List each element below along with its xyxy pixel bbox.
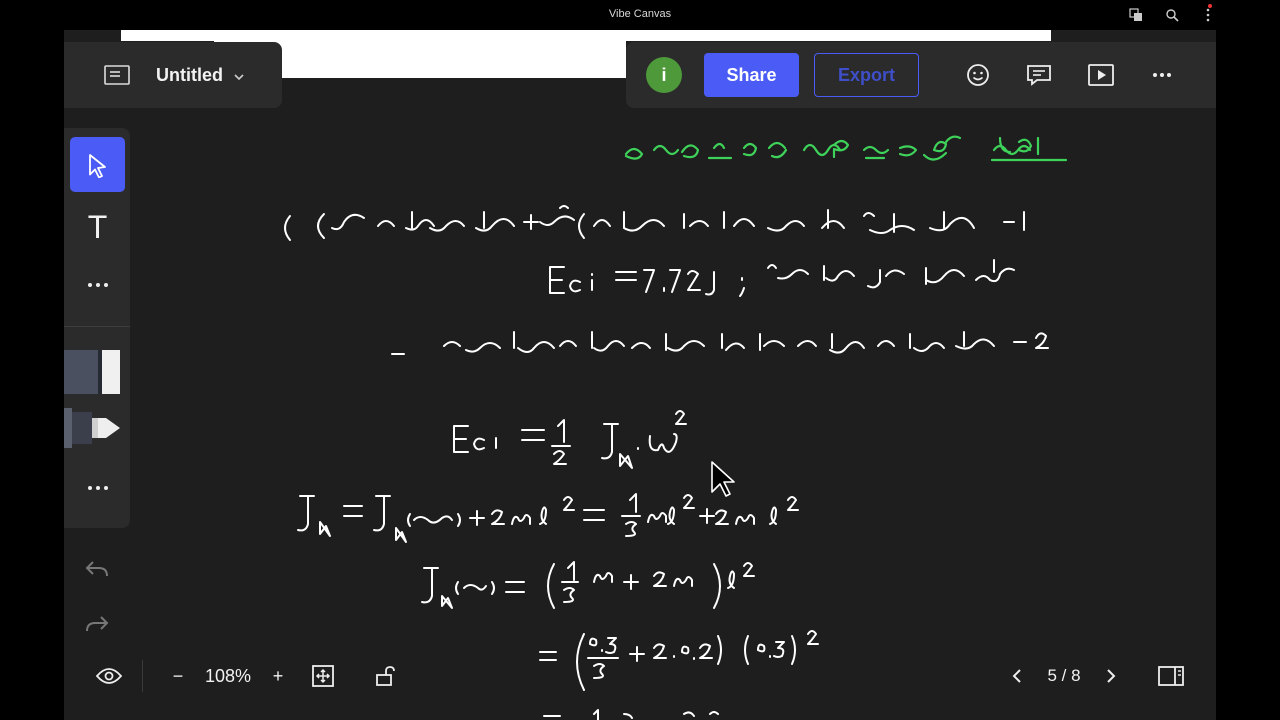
info-button[interactable]: i [646, 57, 682, 93]
emoji-reaction-icon[interactable] [965, 62, 991, 88]
side-panel-toggle-icon[interactable] [1156, 658, 1186, 694]
document-title-panel: Untitled [64, 42, 282, 108]
kebab-menu-icon[interactable] [1200, 7, 1216, 23]
zoom-in-button[interactable]: + [264, 658, 292, 694]
redo-icon[interactable] [84, 610, 110, 636]
present-icon[interactable] [1088, 62, 1114, 88]
chevron-down-icon[interactable] [233, 68, 245, 86]
notification-dot [1208, 4, 1212, 8]
tools-panel: T [64, 128, 130, 528]
more-pens-icon[interactable] [70, 468, 125, 508]
page-indicator: 5 / 8 [1047, 666, 1081, 685]
export-button[interactable]: Export [814, 53, 919, 97]
cursor-arrow-icon [88, 153, 106, 178]
comment-icon[interactable] [1026, 62, 1052, 88]
fit-to-screen-icon[interactable] [310, 658, 336, 694]
more-options-icon[interactable] [1149, 62, 1175, 88]
zoom-out-button[interactable]: − [164, 658, 192, 694]
eraser-tool-icon[interactable] [64, 350, 120, 394]
document-icon[interactable] [104, 65, 130, 85]
marker-tool-icon[interactable] [64, 406, 124, 450]
canvas-app[interactable]: Untitled i Share Export T − 108% + 5 / 8 [64, 30, 1216, 720]
document-title[interactable]: Untitled [156, 65, 223, 86]
translate-icon[interactable] [1128, 7, 1144, 23]
os-title-bar: Vibe Canvas [0, 0, 1280, 30]
bottom-divider [142, 660, 143, 692]
unlock-icon[interactable] [372, 658, 398, 694]
zoom-level[interactable]: 108% [200, 658, 256, 694]
select-tool-button[interactable] [70, 137, 125, 192]
eye-visibility-icon[interactable] [94, 658, 124, 694]
window-title: Vibe Canvas [608, 8, 672, 20]
zoom-search-icon[interactable] [1164, 7, 1180, 23]
undo-icon[interactable] [84, 555, 110, 581]
share-button[interactable]: Share [704, 53, 799, 97]
tool-divider [64, 326, 130, 327]
more-tools-icon[interactable] [70, 265, 125, 305]
next-page-icon[interactable] [1096, 658, 1126, 694]
top-toolbar: i Share Export [626, 42, 1216, 108]
previous-page-icon[interactable] [1002, 658, 1032, 694]
bottom-bar: − 108% + 5 / 8 [64, 658, 1216, 694]
whiteboard-ink [284, 135, 1068, 720]
text-tool-button[interactable]: T [70, 200, 125, 255]
